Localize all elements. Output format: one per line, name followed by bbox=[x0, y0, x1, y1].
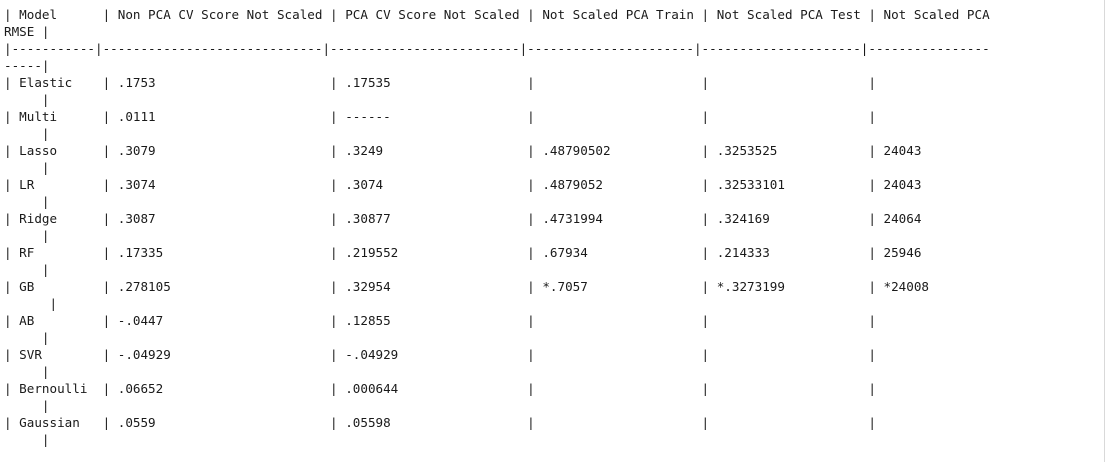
row-wrap: | bbox=[4, 398, 50, 413]
row-wrap: | bbox=[4, 296, 58, 311]
row-wrap: | bbox=[4, 228, 50, 243]
row-wrap: | bbox=[4, 330, 50, 345]
row-lr: | LR | .3074 | .3074 | .4879052 | .32533… bbox=[4, 177, 922, 192]
row-wrap: | bbox=[4, 194, 50, 209]
row-ab: | AB | -.0447 | .12855 | | | bbox=[4, 313, 876, 328]
row-ridge: | Ridge | .3087 | .30877 | .4731994 | .3… bbox=[4, 211, 922, 226]
row-wrap: | bbox=[4, 126, 50, 141]
row-wrap: | bbox=[4, 262, 50, 277]
separator-wrap-line: -----| bbox=[4, 58, 50, 73]
header-line: | Model | Non PCA CV Score Not Scaled | … bbox=[4, 7, 990, 22]
header-wrap-line: RMSE | bbox=[4, 24, 50, 39]
row-elastic: | Elastic | .1753 | .17535 | | | bbox=[4, 75, 876, 90]
row-wrap: | bbox=[4, 364, 50, 379]
row-bernoulli: | Bernoulli | .06652 | .000644 | | | bbox=[4, 381, 876, 396]
separator-line: |-----------|---------------------------… bbox=[4, 41, 990, 56]
row-wrap: | bbox=[4, 160, 50, 175]
row-svr: | SVR | -.04929 | -.04929 | | | bbox=[4, 347, 876, 362]
row-wrap: | bbox=[4, 432, 50, 447]
row-rf: | RF | .17335 | .219552 | .67934 | .2143… bbox=[4, 245, 922, 260]
row-gaussian: | Gaussian | .0559 | .05598 | | | bbox=[4, 415, 876, 430]
markdown-table-text: | Model | Non PCA CV Score Not Scaled | … bbox=[0, 0, 1105, 462]
row-lasso: | Lasso | .3079 | .3249 | .48790502 | .3… bbox=[4, 143, 922, 158]
row-gb: | GB | .278105 | .32954 | *.7057 | *.327… bbox=[4, 279, 930, 294]
row-wrap: | bbox=[4, 92, 50, 107]
row-multi: | Multi | .0111 | ------ | | | bbox=[4, 109, 876, 124]
